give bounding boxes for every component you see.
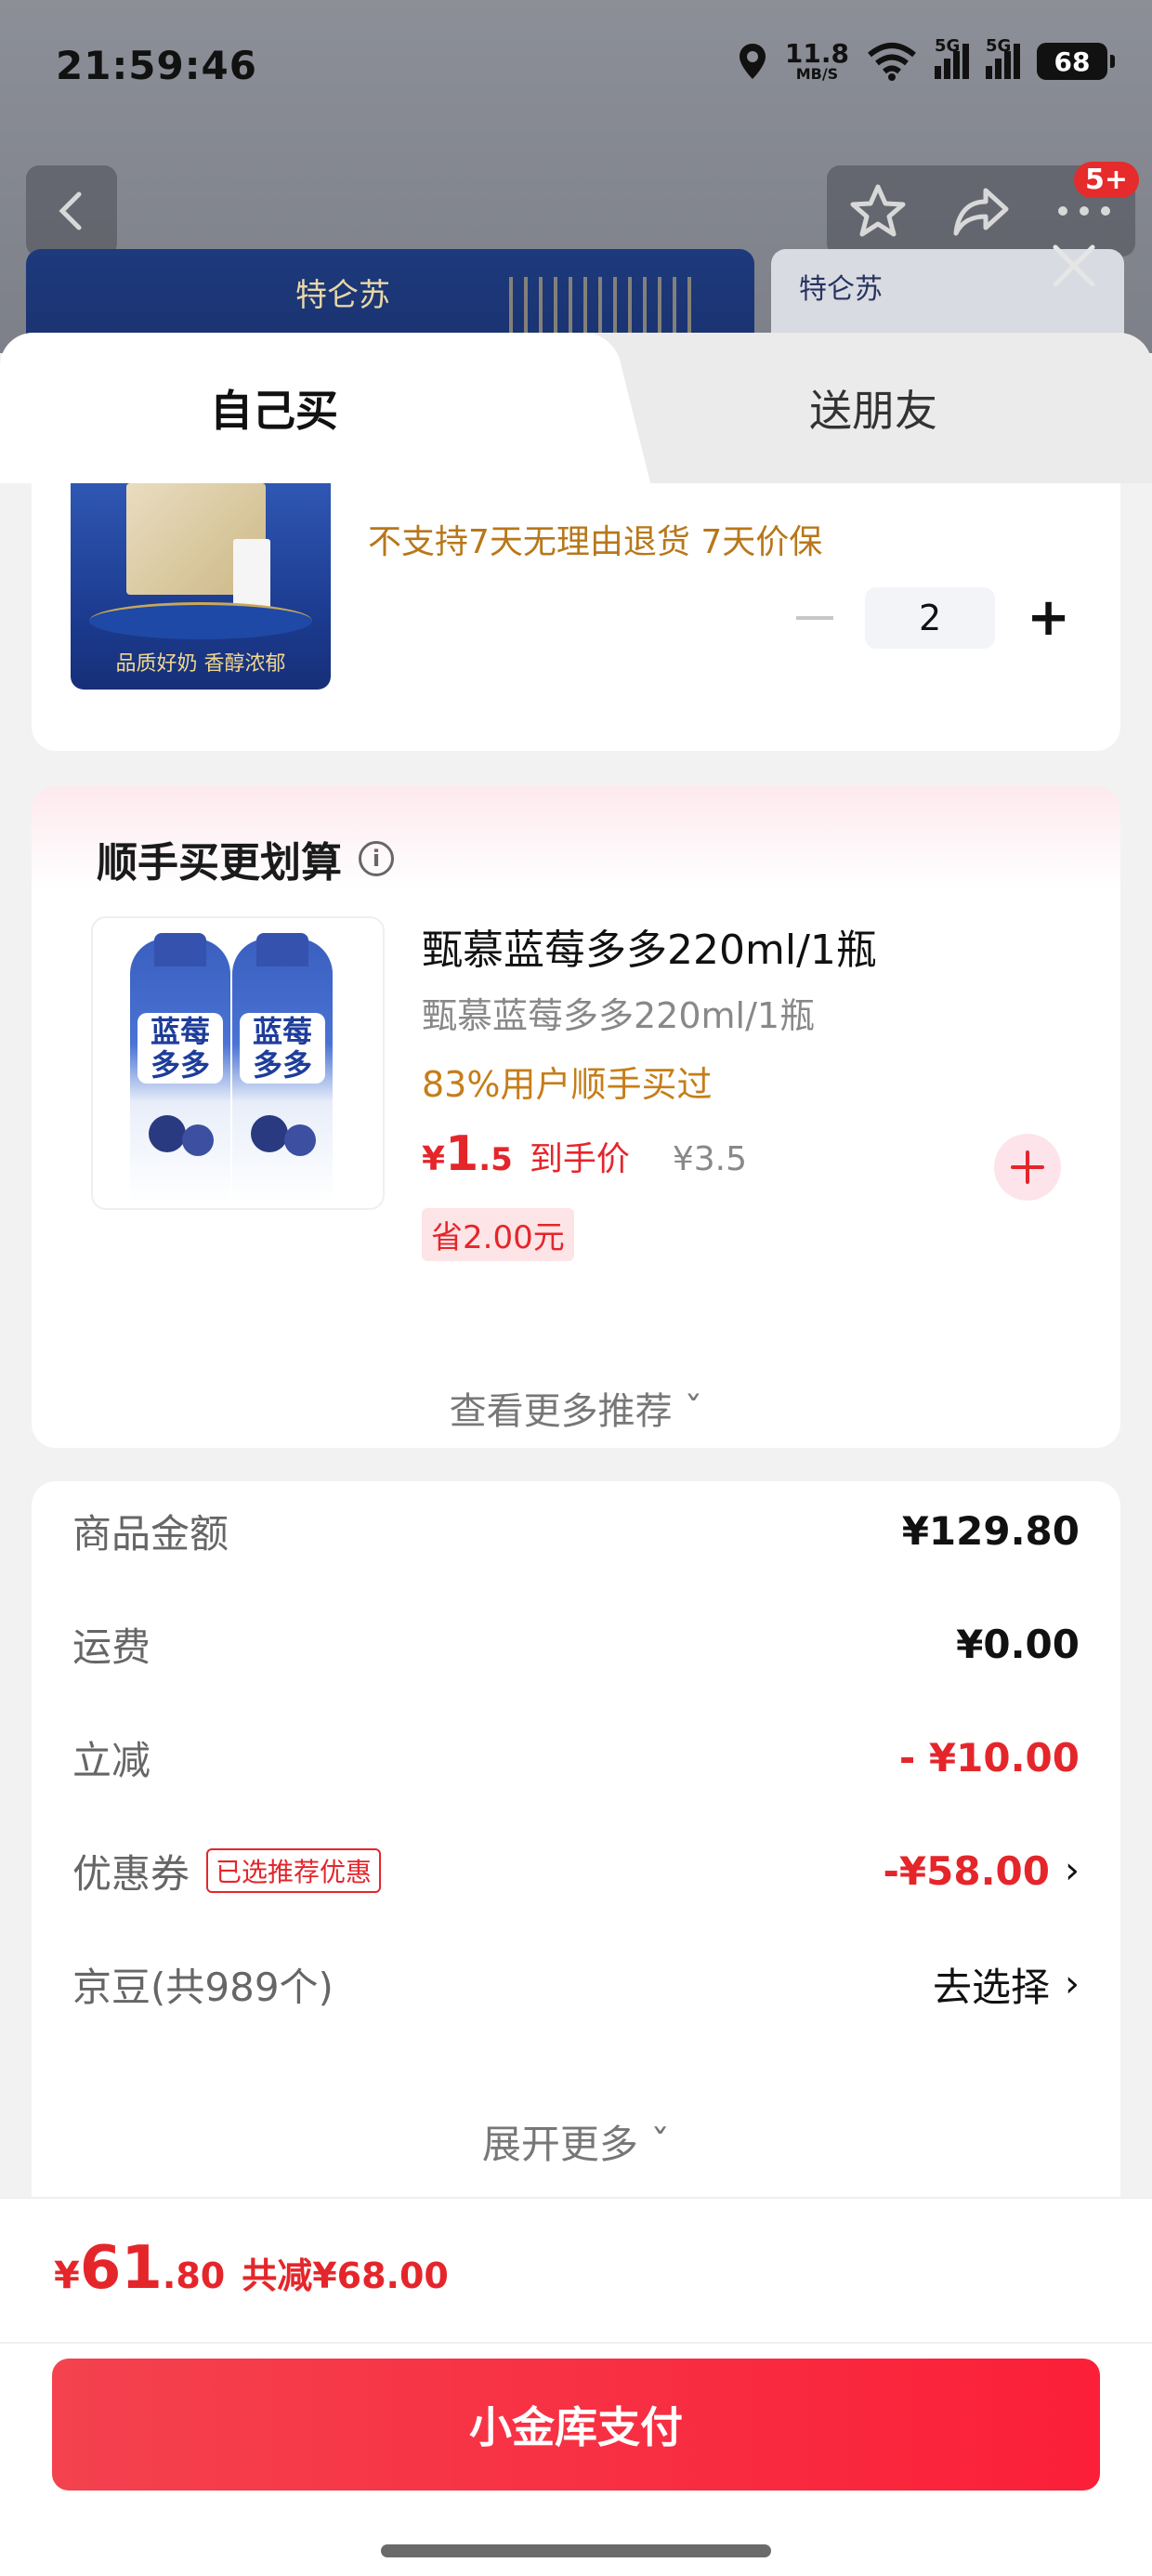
jd-beans-row[interactable]: 京豆(共989个) 去选择 ›	[72, 1952, 1080, 2017]
expand-more-link[interactable]: 展开更多 ˇ	[32, 2113, 1120, 2170]
coupon-value-group: -¥58.00 ›	[883, 1848, 1080, 1894]
recommendation-bought-rate: 83%用户顺手买过	[422, 1064, 713, 1105]
purchase-tabs: 送朋友 自己买	[0, 333, 1152, 483]
jd-beans-label: 京豆(共989个)	[72, 1964, 334, 2010]
star-icon[interactable]	[849, 183, 907, 239]
quantity-stepper: 2 +	[796, 587, 1070, 649]
status-bar: 21:59:46 11.8 MB/S 5G 5G 68	[0, 0, 1152, 139]
status-time: 21:59:46	[56, 43, 257, 88]
coupon-row[interactable]: 优惠券 已选推荐优惠 -¥58.00 ›	[72, 1838, 1080, 1903]
total-decimal: .80	[162, 2255, 226, 2296]
goods-amount-row: 商品金额 ¥129.80	[72, 1498, 1080, 1563]
total-price: ¥ 61 .80 共减¥68.00	[54, 2234, 449, 2303]
pay-button[interactable]: 小金库支付	[52, 2359, 1100, 2491]
recommendation-price: ¥1.5 到手价 ¥3.5	[422, 1126, 747, 1182]
net-speed-unit: MB/S	[795, 65, 839, 83]
bottle-graphic: 蓝莓多多	[130, 933, 230, 1203]
close-icon[interactable]	[1048, 240, 1100, 292]
coupon-label: 优惠券	[72, 1850, 190, 1897]
more-icon[interactable]	[1055, 202, 1113, 220]
chevron-right-icon-2: ›	[1065, 1963, 1080, 2005]
goods-amount-value: ¥129.80	[901, 1507, 1080, 1554]
shipping-row: 运费 ¥0.00	[72, 1611, 1080, 1676]
cellular-signal-icon-2: 5G	[986, 36, 1020, 79]
add-on-recommendation-card: 顺手买更划算 i 蓝莓多多 蓝莓多多 甄慕蓝莓多多220ml/1瓶 甄慕蓝莓多多…	[32, 786, 1120, 1448]
quantity-increase-button[interactable]: +	[1027, 592, 1070, 644]
recommendation-title-text: 顺手买更划算	[97, 839, 342, 887]
total-savings: 共减¥68.00	[242, 2255, 449, 2296]
net-speed-value: 11.8	[784, 38, 849, 69]
bottle-graphic-2: 蓝莓多多	[232, 933, 333, 1203]
recommendation-product-spec: 甄慕蓝莓多多220ml/1瓶	[422, 995, 816, 1036]
jd-beans-value: 去选择	[932, 1964, 1050, 2010]
shipping-value: ¥0.00	[956, 1621, 1080, 1667]
original-price: ¥3.5	[672, 1140, 747, 1178]
payment-bar: ¥ 61 .80 共减¥68.00 小金库支付	[0, 2197, 1152, 2576]
cellular-signal-icon: 5G	[935, 36, 969, 79]
brand-logo: 特仑苏	[295, 277, 390, 314]
savings-badge: 省2.00元	[422, 1208, 574, 1261]
bottle-label-2: 蓝莓多多	[240, 1013, 325, 1084]
quantity-decrease-button[interactable]	[796, 616, 834, 620]
divider	[0, 2342, 1152, 2344]
wifi-icon	[868, 43, 916, 81]
goods-amount-label: 商品金额	[72, 1510, 229, 1557]
jd-beans-value-group: 去选择 ›	[933, 1956, 1080, 2013]
final-price-label: 到手价	[529, 1140, 630, 1178]
status-icons: 11.8 MB/S 5G 5G 68	[737, 36, 1115, 82]
recommendation-product-image[interactable]: 蓝莓多多 蓝莓多多	[91, 916, 385, 1210]
milk-carton-graphic	[233, 539, 270, 613]
tab-gift-friend[interactable]: 送朋友	[595, 333, 1152, 483]
tab-self-buy[interactable]: 自己买	[0, 333, 595, 483]
home-indicator	[381, 2544, 771, 2557]
share-icon[interactable]	[952, 185, 1010, 237]
signal-5g-label: 5G	[935, 36, 961, 56]
recommendation-product-name[interactable]: 甄慕蓝莓多多220ml/1瓶	[422, 916, 877, 976]
stage-graphic	[89, 602, 312, 639]
chevron-right-icon: ›	[1065, 1849, 1080, 1892]
tab-self-buy-label: 自己买	[210, 386, 338, 436]
battery-icon: 68	[1037, 43, 1115, 80]
recommendation-title: 顺手买更划算 i	[97, 829, 394, 888]
plus-icon	[1011, 1150, 1044, 1184]
total-integer: 61	[79, 2234, 163, 2303]
bottle-label: 蓝莓多多	[137, 1013, 223, 1084]
battery-level: 68	[1054, 46, 1091, 77]
quantity-input[interactable]: 2	[865, 587, 996, 649]
instant-discount-value: - ¥10.00	[898, 1734, 1080, 1781]
instant-discount-row: 立减 - ¥10.00	[72, 1725, 1080, 1790]
product-card: 品质好奶 香醇浓郁 不支持7天无理由退货 7天价保 2 +	[32, 483, 1120, 751]
signal-5g-label-2: 5G	[986, 36, 1012, 56]
checkout-sheet: 送朋友 自己买 品质好奶 香醇浓郁 不支持7天无理由退货 7天价保 2 + 顺手…	[0, 333, 1152, 2576]
coupon-selected-chip: 已选推荐优惠	[206, 1848, 382, 1893]
back-button[interactable]	[26, 165, 117, 256]
total-currency: ¥	[54, 2254, 80, 2297]
coupon-label-group: 优惠券 已选推荐优惠	[72, 1843, 382, 1899]
location-icon	[739, 44, 766, 79]
add-recommendation-button[interactable]	[994, 1134, 1061, 1201]
net-speed: 11.8 MB/S	[785, 41, 849, 82]
chevron-left-icon	[59, 191, 82, 230]
shipping-label: 运费	[72, 1623, 151, 1670]
brand-logo-2: 特仑苏	[799, 273, 883, 306]
instant-discount-label: 立减	[72, 1737, 151, 1783]
recommendation-final-price: ¥1.5	[422, 1126, 513, 1182]
product-image[interactable]: 品质好奶 香醇浓郁	[71, 483, 331, 690]
product-image-tagline: 品质好奶 香醇浓郁	[115, 652, 286, 676]
message-badge: 5+	[1073, 162, 1139, 198]
info-icon[interactable]: i	[359, 841, 394, 876]
coupon-value: -¥58.00	[883, 1847, 1050, 1894]
view-more-recommendations-link[interactable]: 查看更多推荐 ˇ	[32, 1381, 1120, 1435]
product-policy: 不支持7天无理由退货 7天价保	[368, 523, 823, 561]
